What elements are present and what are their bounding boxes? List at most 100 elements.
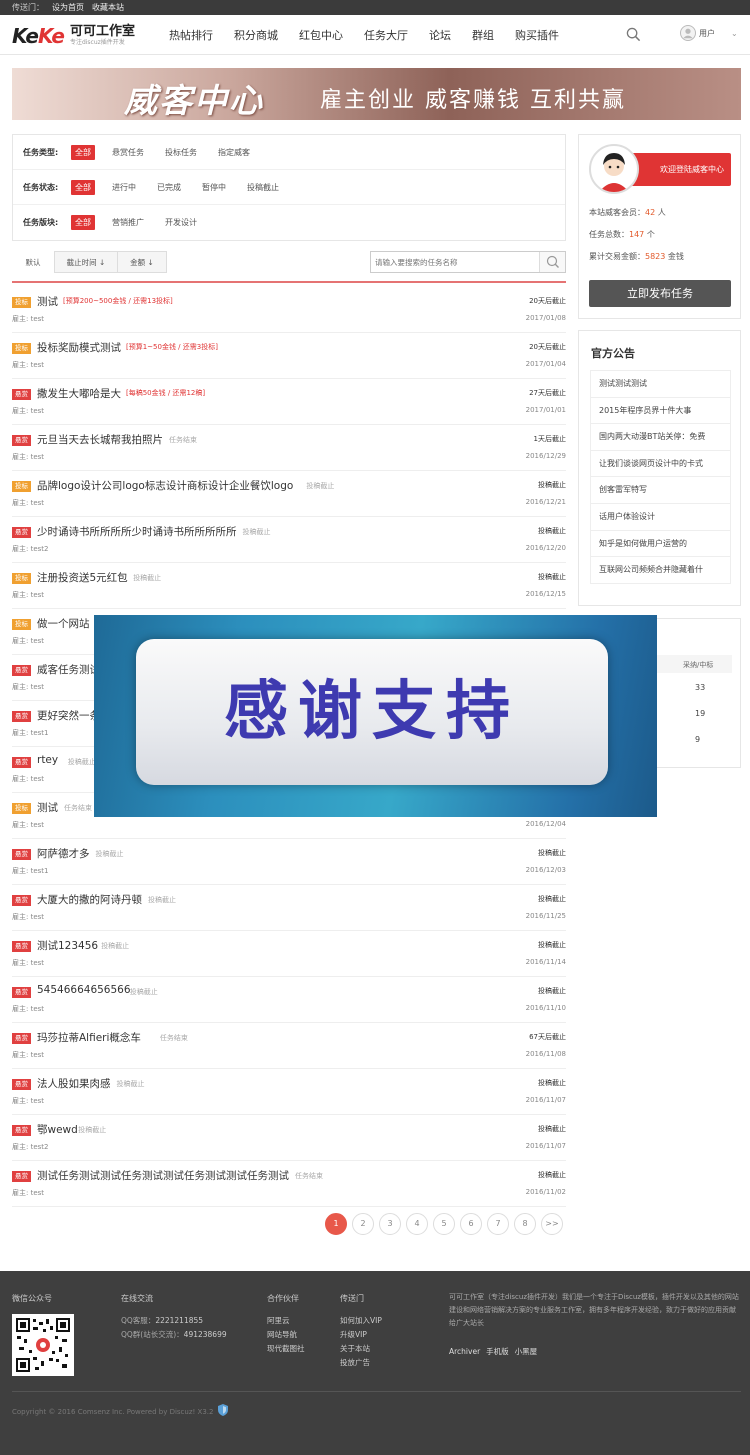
task-date: 2017/01/08 — [525, 314, 566, 322]
nav-item-hot[interactable]: 热帖排行 — [169, 27, 213, 43]
footer-partner-link[interactable]: 现代截图社 — [267, 1343, 305, 1354]
task-title-link[interactable]: 阿萨德才多 — [37, 846, 90, 861]
task-row[interactable]: 投标 测试 [预算200~500金钱 / 还需13投标] 雇主: test 20天后截止… — [12, 287, 566, 333]
sort-amount-button[interactable]: 金额 ↓ — [117, 251, 167, 273]
task-row[interactable]: 投标 投标奖励模式测试 [预算1~50金钱 / 还需3投标] 雇主: test 20天后… — [12, 333, 566, 379]
shield-icon[interactable] — [218, 1404, 228, 1416]
task-title-link[interactable]: 大厦大的撒的阿诗丹顿 — [37, 892, 142, 907]
page-button[interactable]: >> — [541, 1213, 563, 1235]
footer-portal-link[interactable]: 如何加入VIP — [340, 1315, 382, 1326]
task-title-link[interactable]: 做一个网站 — [37, 616, 90, 631]
filter-option[interactable]: 全部 — [71, 215, 95, 230]
announcement-item[interactable]: 2015年程序员界十件大事 — [590, 397, 731, 425]
task-row[interactable]: 悬赏 测试任务测试测试任务测试测试任务测试测试任务测试 任务结束 雇主: test 投稿… — [12, 1161, 566, 1207]
ranking-value: 33 — [695, 683, 706, 692]
task-title-link[interactable]: 测试123456 — [37, 938, 98, 953]
search-icon[interactable] — [626, 27, 641, 42]
nav-item-redpacket[interactable]: 红包中心 — [299, 27, 343, 43]
task-row[interactable]: 悬赏 元旦当天去长城帮我拍照片 任务结束 雇主: test 1天后截止 2016/12/2… — [12, 425, 566, 471]
footer-link-blackroom[interactable]: 小黑屋 — [515, 1347, 538, 1356]
filter-option[interactable]: 投标任务 — [161, 145, 201, 160]
task-title-link[interactable]: 鄂wewd — [37, 1122, 78, 1137]
nav-item-group[interactable]: 群组 — [472, 27, 494, 43]
task-status: 任务结束 — [159, 1034, 188, 1042]
task-title-link[interactable]: 投标奖励模式测试 — [37, 340, 121, 355]
task-title-link[interactable]: 测试 — [37, 800, 58, 815]
announcement-item[interactable]: 创客雷军特写 — [590, 477, 731, 504]
task-search-button[interactable] — [539, 252, 565, 272]
task-title-link[interactable]: 撒发生大嘟哈是大 — [37, 386, 121, 401]
announcement-item[interactable]: 让我们谈谈网页设计中的卡式 — [590, 450, 731, 478]
task-row[interactable]: 悬赏 阿萨德才多 投稿截止 雇主: test1 投稿截止 2016/12/03 — [12, 839, 566, 885]
filter-option[interactable]: 投稿截止 — [243, 180, 283, 195]
page-button[interactable]: 1 — [325, 1213, 347, 1235]
task-title-link[interactable]: 测试 — [37, 294, 58, 309]
announcement-item[interactable]: 知乎是如何做用户运营的 — [590, 530, 731, 558]
filter-option[interactable]: 悬赏任务 — [108, 145, 148, 160]
task-row[interactable]: 投标 品牌logo设计公司logo标志设计商标设计企业餐饮logo 投稿截止 雇主: … — [12, 471, 566, 517]
filter-option[interactable]: 开发设计 — [161, 215, 201, 230]
page-button[interactable]: 8 — [514, 1213, 536, 1235]
filter-option[interactable]: 指定威客 — [214, 145, 254, 160]
task-title-link[interactable]: rtey — [37, 754, 58, 766]
task-row[interactable]: 悬赏 鄂wewd 投稿截止 雇主: test2 投稿截止 2016/11/07 — [12, 1115, 566, 1161]
task-search-input[interactable] — [371, 252, 536, 272]
task-employer: 雇主: test — [12, 499, 45, 507]
announcement-item[interactable]: 测试测试测试 — [590, 371, 731, 398]
filter-option[interactable]: 营销推广 — [108, 215, 148, 230]
site-logo[interactable]: Ke Ke 可可工作室 专注discuz插件开发 — [12, 24, 135, 48]
filter-option[interactable]: 进行中 — [108, 180, 140, 195]
nav-item-mall[interactable]: 积分商城 — [234, 27, 278, 43]
footer-partner-link[interactable]: 阿里云 — [267, 1315, 290, 1326]
footer-portal-link[interactable]: 升级VIP — [340, 1329, 367, 1340]
page-button[interactable]: 6 — [460, 1213, 482, 1235]
footer-qqgroup-value[interactable]: 491238699 — [184, 1330, 227, 1339]
task-title-link[interactable]: 54546664656566 — [37, 984, 131, 996]
task-title-link[interactable]: 测试任务测试测试任务测试测试任务测试测试任务测试 — [37, 1168, 289, 1183]
task-row[interactable]: 投标 注册投资送5元红包 投稿截止 雇主: test 投稿截止 2016/12/15 — [12, 563, 566, 609]
publish-task-button[interactable]: 立即发布任务 — [589, 280, 731, 307]
set-home-link[interactable]: 设为首页 — [52, 3, 84, 12]
task-title-link[interactable]: 法人股如果肉感 — [37, 1076, 111, 1091]
task-title-link[interactable]: 威客任务测试 — [37, 662, 100, 677]
sort-deadline-button[interactable]: 截止时间 ↓ — [54, 251, 118, 273]
filter-option[interactable]: 全部 — [71, 179, 95, 195]
user-menu[interactable]: 用户 ⌄ — [680, 25, 738, 41]
task-row[interactable]: 悬赏 少时诵诗书所所所所少时诵诗书所所所所所 投稿截止 雇主: test2 投稿截止 20… — [12, 517, 566, 563]
footer-partner-link[interactable]: 网站导航 — [267, 1329, 297, 1340]
task-row[interactable]: 悬赏 法人股如果肉感 投稿截止 雇主: test 投稿截止 2016/11/07 — [12, 1069, 566, 1115]
footer-link-mobile[interactable]: 手机版 — [486, 1347, 509, 1356]
page-button[interactable]: 2 — [352, 1213, 374, 1235]
page-button[interactable]: 5 — [433, 1213, 455, 1235]
task-title-link[interactable]: 少时诵诗书所所所所少时诵诗书所所所所所 — [37, 524, 237, 539]
task-title-link[interactable]: 更好突然一条 — [37, 708, 100, 723]
filter-option[interactable]: 全部 — [71, 144, 95, 160]
task-row[interactable]: 悬赏 测试123456 投稿截止 雇主: test 投稿截止 2016/11/14 — [12, 931, 566, 977]
task-row[interactable]: 悬赏 54546664656566 投稿截止 雇主: test 投稿截止 2016/11/… — [12, 977, 566, 1023]
announcement-item[interactable]: 互联网公司频频合并隐藏着什 — [590, 557, 731, 584]
task-row[interactable]: 悬赏 撒发生大嘟哈是大 [每稿50金钱 / 还需12稿] 雇主: test 27天后截止… — [12, 379, 566, 425]
footer-portal-link[interactable]: 关于本站 — [340, 1343, 370, 1354]
bookmark-link[interactable]: 收藏本站 — [92, 3, 124, 12]
filter-option[interactable]: 暂停中 — [198, 180, 230, 195]
task-row[interactable]: 悬赏 大厦大的撒的阿诗丹顿 投稿截止 雇主: test 投稿截止 2016/11/25 — [12, 885, 566, 931]
task-title-link[interactable]: 元旦当天去长城帮我拍照片 — [37, 432, 163, 447]
footer-portal-link[interactable]: 投放广告 — [340, 1357, 370, 1368]
sort-default-button[interactable]: 默认 — [12, 251, 54, 273]
page-button[interactable]: 4 — [406, 1213, 428, 1235]
announcement-item[interactable]: 话用户体验设计 — [590, 503, 731, 531]
page-button[interactable]: 7 — [487, 1213, 509, 1235]
task-title-link[interactable]: 玛莎拉蒂Alfieri概念车 — [37, 1030, 141, 1045]
page-button[interactable]: 3 — [379, 1213, 401, 1235]
task-title-link[interactable]: 注册投资送5元红包 — [37, 570, 128, 585]
task-title-link[interactable]: 品牌logo设计公司logo标志设计商标设计企业餐饮logo — [37, 478, 293, 493]
footer-qq-value[interactable]: 2221211855 — [155, 1316, 203, 1325]
announcement-item[interactable]: 国内两大动漫BT站关停：免费 — [590, 424, 731, 451]
filter-option[interactable]: 已完成 — [153, 180, 185, 195]
welcome-button[interactable]: 欢迎登陆威客中心 — [627, 153, 731, 186]
nav-item-forum[interactable]: 论坛 — [429, 27, 451, 43]
nav-item-buy-plugin[interactable]: 购买插件 — [515, 27, 559, 43]
nav-item-tasks[interactable]: 任务大厅 — [364, 27, 408, 43]
task-row[interactable]: 悬赏 玛莎拉蒂Alfieri概念车 任务结束 雇主: test 67天后截止 2016/1… — [12, 1023, 566, 1069]
footer-link-archiver[interactable]: Archiver — [449, 1347, 480, 1356]
